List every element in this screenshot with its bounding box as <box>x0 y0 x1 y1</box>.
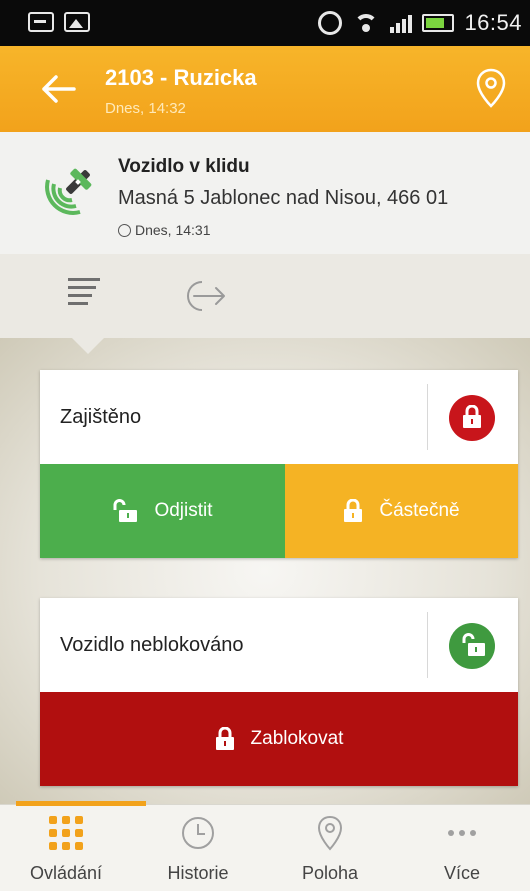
partial-button-label: Částečně <box>379 500 460 521</box>
exit-icon[interactable] <box>180 276 230 316</box>
location-pin-icon[interactable] <box>476 68 506 108</box>
vehicle-title: 2103 - Ruzicka <box>105 65 257 90</box>
vehicle-timestamp-row: Dnes, 14:31 <box>118 222 211 238</box>
active-tab-caret <box>70 336 106 354</box>
unlock-button-label: Odjistit <box>154 500 213 521</box>
block-status-row: Vozidlo neblokováno <box>40 598 518 692</box>
status-notifications <box>28 12 90 32</box>
divider <box>427 612 428 678</box>
nav-label-location: Poloha <box>301 863 359 883</box>
status-bar: 16:54 <box>0 0 530 46</box>
back-arrow-icon[interactable] <box>40 74 76 104</box>
partial-button[interactable]: Částečně <box>285 464 518 558</box>
nav-item-location[interactable]: Poloha <box>264 805 396 891</box>
vehicle-timestamp: Dnes, 14:31 <box>135 222 211 238</box>
grid-icon <box>49 816 83 850</box>
lock-closed-icon <box>449 395 495 441</box>
security-card: Zajištěno Odjistit Částečně <box>40 370 518 558</box>
alarm-icon <box>318 11 343 35</box>
location-pin-icon <box>317 815 343 851</box>
list-icon[interactable] <box>68 278 100 310</box>
message-icon <box>28 12 54 32</box>
nav-label-controls: Ovládání <box>29 863 103 883</box>
block-status-label: Vozidlo neblokováno <box>60 634 244 656</box>
status-time: 16:54 <box>464 10 522 35</box>
block-buttons: Zablokovat <box>40 692 518 786</box>
security-buttons: Odjistit Částečně <box>40 464 518 558</box>
block-button-label: Zablokovat <box>250 728 344 749</box>
vehicle-address: Masná 5 Jablonec nad Nisou, 466 01 <box>118 187 449 209</box>
vehicle-status: Vozidlo v klidu <box>118 156 250 177</box>
vehicle-info-panel: Vozidlo v klidu Masná 5 Jablonec nad Nis… <box>0 132 530 255</box>
lock-icon <box>344 499 363 522</box>
wifi-icon <box>352 12 380 34</box>
block-card: Vozidlo neblokováno Zablokovat <box>40 598 518 786</box>
controls-area: Zajištěno Odjistit Částečně Vozidlo nebl… <box>0 338 530 804</box>
nav-item-controls[interactable]: Ovládání <box>0 805 132 891</box>
app-header: 2103 - Ruzicka Dnes, 14:32 <box>0 46 530 132</box>
nav-item-history[interactable]: Historie <box>132 805 264 891</box>
divider <box>427 384 428 450</box>
nav-label-history: Historie <box>167 863 229 883</box>
more-icon <box>448 830 476 836</box>
security-status-label: Zajištěno <box>60 406 142 428</box>
image-icon <box>64 12 90 32</box>
clock-icon <box>118 223 131 237</box>
lock-open-icon <box>449 623 495 669</box>
status-indicators: 16:54 <box>318 8 522 38</box>
nav-item-more[interactable]: Více <box>396 805 528 891</box>
lock-icon <box>215 727 234 750</box>
unlock-button[interactable]: Odjistit <box>40 464 285 558</box>
unlock-icon <box>113 499 138 522</box>
battery-icon <box>422 14 455 32</box>
clock-icon <box>182 817 214 849</box>
security-status-row: Zajištěno <box>40 370 518 464</box>
vehicle-updated: Dnes, 14:32 <box>105 100 186 117</box>
satellite-icon <box>45 168 92 215</box>
tab-bar <box>0 254 530 338</box>
block-button[interactable]: Zablokovat <box>40 692 518 786</box>
signal-icon <box>390 13 413 33</box>
bottom-nav: Ovládání Historie Poloha Více <box>0 801 530 891</box>
nav-label-more: Více <box>443 863 481 883</box>
